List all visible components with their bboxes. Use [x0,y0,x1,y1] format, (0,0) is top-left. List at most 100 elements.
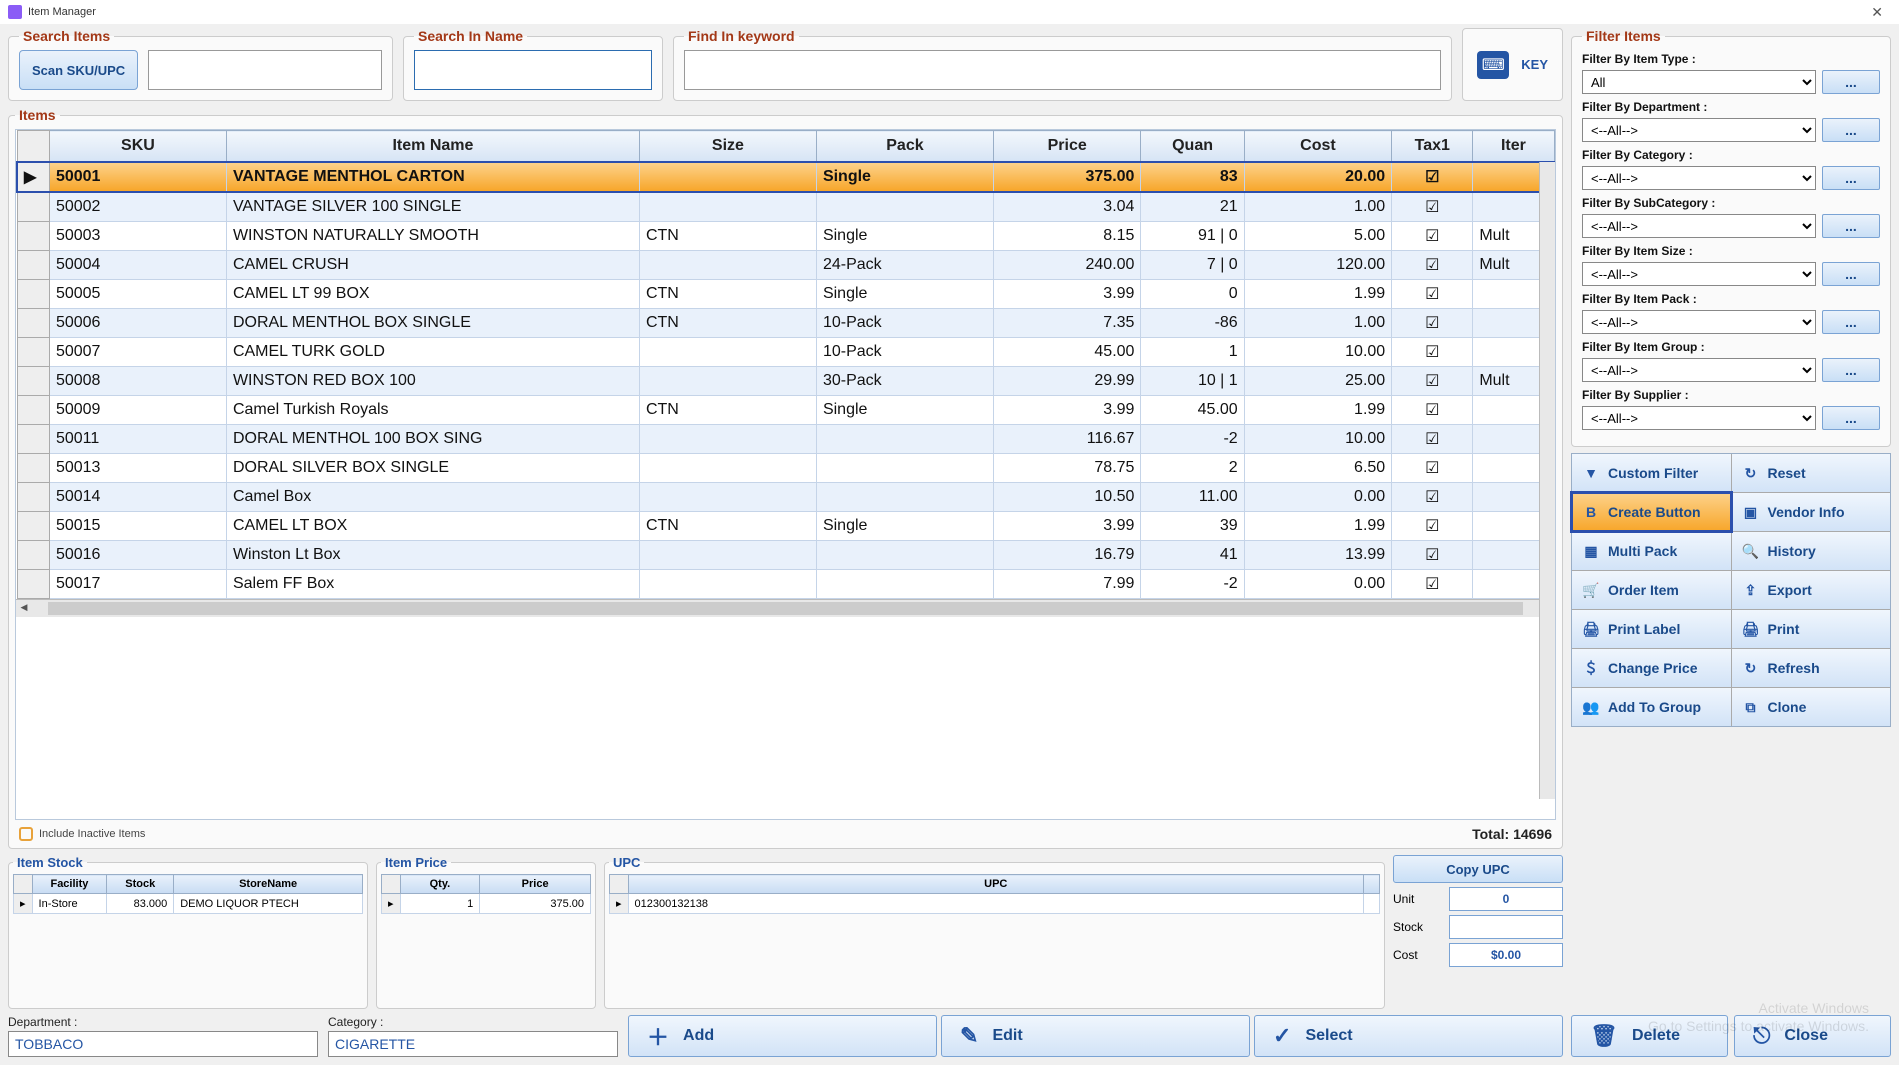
print-label-button[interactable]: 🖨Print Label [1572,610,1731,648]
item-stock-group: Item Stock Facility Stock StoreName ▸In-… [8,855,368,1009]
filter-sub-select[interactable]: <--All--> [1582,214,1816,238]
filter-supplier-btn[interactable]: ... [1822,406,1880,430]
table-row[interactable]: 50003WINSTON NATURALLY SMOOTHCTNSingle 8… [17,222,1554,251]
order-item-button[interactable]: 🛒Order Item [1572,571,1731,609]
add-to-group-button[interactable]: 👥Add To Group [1572,688,1731,726]
dollar-icon: ＄ [1582,658,1600,678]
check-icon: ✓ [1273,1023,1291,1049]
filter-dept-select[interactable]: <--All--> [1582,118,1816,142]
close-icon[interactable]: ✕ [1863,4,1891,21]
item-price-table[interactable]: Qty. Price ▸1375.00 [381,874,591,914]
export-button[interactable]: ⇪Export [1732,571,1891,609]
exit-icon: ⎋ [1753,1023,1770,1049]
table-row[interactable]: 50016Winston Lt Box 16.794113.99 ☑ [17,541,1554,570]
delete-button[interactable]: 🗑Delete [1571,1015,1728,1057]
find-keyword-input[interactable] [684,50,1441,90]
unit-value: 0 [1449,887,1563,911]
filter-group-select[interactable]: <--All--> [1582,358,1816,382]
upc-table[interactable]: UPC ▸012300132138 [609,874,1380,914]
custom-filter-button[interactable]: ▼Custom Filter [1572,454,1731,492]
label-icon: 🖨 [1582,621,1600,638]
vertical-scrollbar[interactable] [1539,162,1555,799]
item-stock-table[interactable]: Facility Stock StoreName ▸In-Store83.000… [13,874,363,914]
col-size[interactable]: Size [639,131,816,163]
category-input[interactable] [328,1031,618,1057]
search-name-input[interactable] [414,50,652,90]
table-row[interactable]: 50008WINSTON RED BOX 10030-Pack 29.9910 … [17,367,1554,396]
select-button[interactable]: ✓Select [1254,1015,1563,1057]
vendor-info-button[interactable]: ▣Vendor Info [1732,493,1891,531]
table-row[interactable]: 50002VANTAGE SILVER 100 SINGLE 3.04211.0… [17,192,1554,222]
filter-pack-select[interactable]: <--All--> [1582,310,1816,334]
horizontal-scrollbar[interactable]: ◀▶ [16,599,1555,617]
close-button[interactable]: ⎋Close [1734,1015,1891,1057]
table-row[interactable]: ▶ 50001VANTAGE MENTHOL CARTONSingle 375.… [17,162,1554,192]
upc-legend: UPC [609,855,644,870]
filter-cat-btn[interactable]: ... [1822,166,1880,190]
print-icon: 🖨 [1742,621,1760,638]
include-inactive-checkbox[interactable]: Include Inactive Items [19,827,145,841]
col-pack[interactable]: Pack [816,131,993,163]
filter-size-select[interactable]: <--All--> [1582,262,1816,286]
table-row[interactable]: 50015CAMEL LT BOXCTNSingle 3.99391.99 ☑ [17,512,1554,541]
items-table[interactable]: SKU Item Name Size Pack Price Quan Cost … [15,129,1556,820]
keyboard-button[interactable]: KEY [1462,28,1563,101]
table-row[interactable]: 50005CAMEL LT 99 BOXCTNSingle 3.9901.99 … [17,280,1554,309]
history-button[interactable]: 🔍History [1732,532,1891,570]
search-items-group: Search Items Scan SKU/UPC [8,28,393,101]
items-legend: Items [15,107,60,123]
include-inactive-label: Include Inactive Items [39,828,145,840]
create-button[interactable]: BCreate Button [1572,493,1731,531]
col-tax1[interactable]: Tax1 [1392,131,1473,163]
col-cost[interactable]: Cost [1244,131,1392,163]
col-item-name[interactable]: Item Name [226,131,639,163]
table-row[interactable]: 50007CAMEL TURK GOLD10-Pack 45.00110.00 … [17,338,1554,367]
table-row[interactable]: 50013DORAL SILVER BOX SINGLE 78.7526.50 … [17,454,1554,483]
department-input[interactable] [8,1031,318,1057]
item-price-legend: Item Price [381,855,451,870]
item-stock-legend: Item Stock [13,855,87,870]
table-row[interactable]: 50009Camel Turkish RoyalsCTNSingle 3.994… [17,396,1554,425]
scan-sku-button[interactable]: Scan SKU/UPC [19,50,138,90]
refresh-icon: ↻ [1742,660,1760,677]
reset-button[interactable]: ↻Reset [1732,454,1891,492]
col-item[interactable]: Iter [1473,131,1554,163]
col-price[interactable]: Price [993,131,1141,163]
clone-icon: ⧉ [1742,699,1760,716]
filter-type-btn[interactable]: ... [1822,70,1880,94]
table-row[interactable]: ▸In-Store83.000DEMO LIQUOR PTECH [14,894,363,914]
col-quan[interactable]: Quan [1141,131,1244,163]
titlebar: Item Manager ✕ [0,0,1899,24]
table-row[interactable]: ▸1375.00 [382,894,591,914]
trash-icon: 🗑 [1590,1023,1618,1049]
table-row[interactable]: 50017Salem FF Box 7.99-20.00 ☑ [17,570,1554,599]
table-row[interactable]: 50011DORAL MENTHOL 100 BOX SING 116.67-2… [17,425,1554,454]
search-name-legend: Search In Name [414,28,527,44]
filter-type-select[interactable]: All [1582,70,1816,94]
filter-group-btn[interactable]: ... [1822,358,1880,382]
filter-pack-btn[interactable]: ... [1822,310,1880,334]
change-price-button[interactable]: ＄Change Price [1572,649,1731,687]
search-items-input[interactable] [148,50,382,90]
add-button[interactable]: ＋Add [628,1015,937,1057]
filter-supplier-select[interactable]: <--All--> [1582,406,1816,430]
create-icon: B [1582,504,1600,520]
cart-icon: 🛒 [1582,582,1600,599]
filter-sub-btn[interactable]: ... [1822,214,1880,238]
print-button[interactable]: 🖨Print [1732,610,1891,648]
table-row[interactable]: 50004CAMEL CRUSH24-Pack 240.007 | 0120.0… [17,251,1554,280]
table-row[interactable]: ▸012300132138 [610,894,1380,914]
edit-button[interactable]: ✎Edit [941,1015,1250,1057]
col-sku[interactable]: SKU [49,131,226,163]
filter-size-btn[interactable]: ... [1822,262,1880,286]
copy-upc-button[interactable]: Copy UPC [1393,855,1563,883]
table-row[interactable]: 50014Camel Box 10.5011.000.00 ☑ [17,483,1554,512]
multi-pack-button[interactable]: ▦Multi Pack [1572,532,1731,570]
clone-button[interactable]: ⧉Clone [1732,688,1891,726]
table-row[interactable]: 50006DORAL MENTHOL BOX SINGLECTN10-Pack … [17,309,1554,338]
search-items-legend: Search Items [19,28,114,44]
filter-dept-btn[interactable]: ... [1822,118,1880,142]
category-label: Category : [328,1015,618,1029]
filter-cat-select[interactable]: <--All--> [1582,166,1816,190]
refresh-button[interactable]: ↻Refresh [1732,649,1891,687]
